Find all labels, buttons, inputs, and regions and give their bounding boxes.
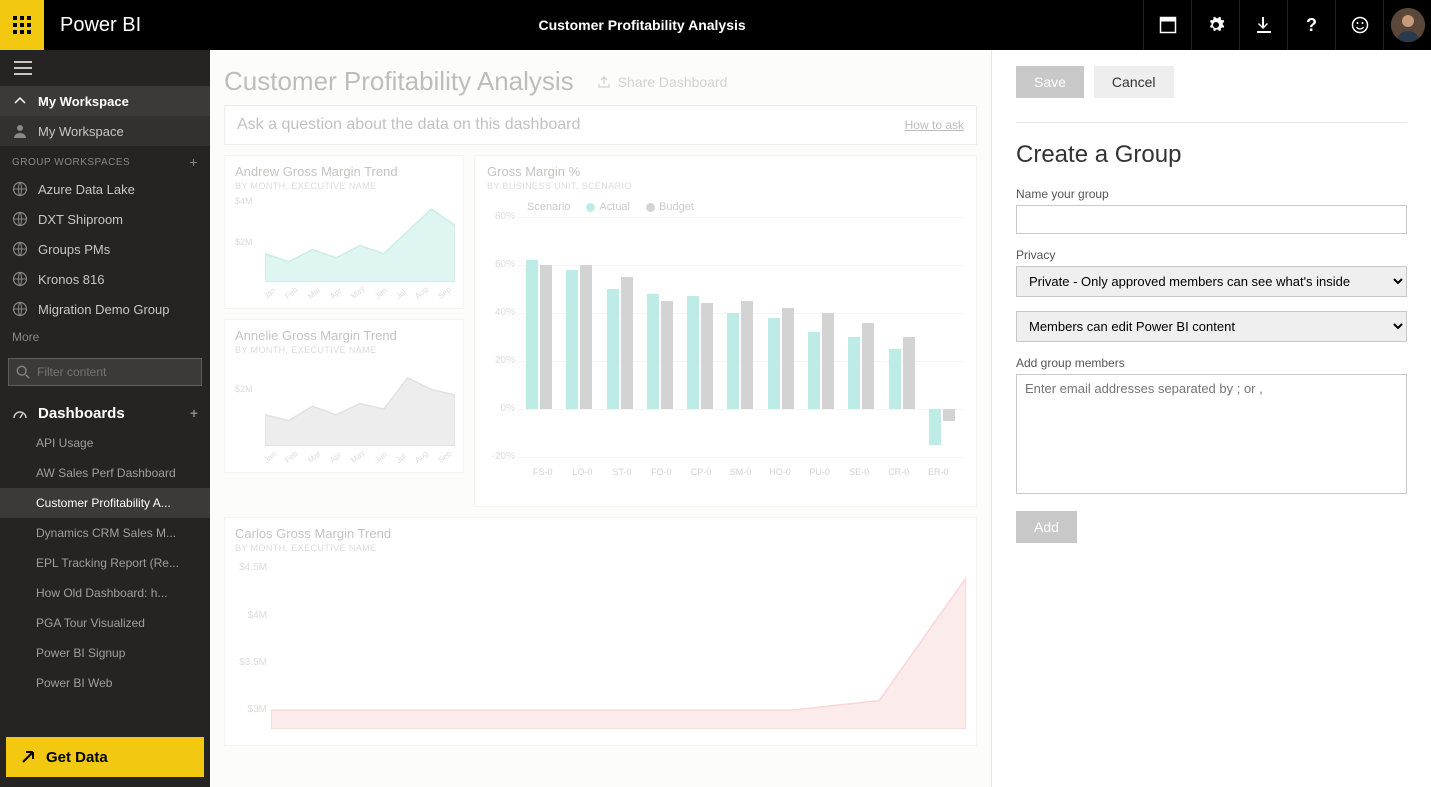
search-icon <box>16 365 30 379</box>
members-textarea[interactable] <box>1016 374 1407 494</box>
create-group-panel: Save Cancel Create a Group Name your gro… <box>991 50 1431 787</box>
qa-input[interactable] <box>237 116 905 134</box>
sidebar-dashboard-item[interactable]: AW Sales Perf Dashboard <box>0 458 210 488</box>
add-dashboard-button[interactable]: + <box>190 405 198 421</box>
gear-icon <box>1207 16 1225 34</box>
sidebar-group-item[interactable]: Azure Data Lake <box>0 174 210 204</box>
sidebar-dashboard-item[interactable]: EPL Tracking Report (Re... <box>0 548 210 578</box>
sidebar-dashboards-header[interactable]: Dashboards + <box>0 398 210 428</box>
cancel-button[interactable]: Cancel <box>1094 66 1174 98</box>
qa-box: How to ask <box>224 105 977 145</box>
group-name-input[interactable] <box>1016 205 1407 234</box>
tile-subtitle: BY MONTH, EXECUTIVE NAME <box>235 543 966 553</box>
sidebar-more[interactable]: More <box>0 324 210 350</box>
waffle-icon <box>13 16 31 34</box>
sidebar-my-workspace-header[interactable]: My Workspace <box>0 86 210 116</box>
sidebar-group-item[interactable]: DXT Shiproom <box>0 204 210 234</box>
sidebar-filter <box>8 358 202 386</box>
sidebar-dashboard-item[interactable]: Customer Profitability A... <box>0 488 210 518</box>
add-group-button[interactable]: + <box>189 154 198 170</box>
share-icon <box>596 74 612 90</box>
tile-subtitle: BY MONTH, EXECUTIVE NAME <box>235 181 453 191</box>
tile-gross-margin[interactable]: Gross Margin % BY BUSINESS UNIT, SCENARI… <box>474 155 977 507</box>
sidebar-label: My Workspace <box>38 124 124 139</box>
permission-select[interactable]: Members can edit Power BI content <box>1016 311 1407 342</box>
globe-icon <box>12 241 28 257</box>
members-label: Add group members <box>1016 356 1407 370</box>
gross-margin-chart: -20%0%20%40%60%80%FS-0LO-0ST-0FO-0CP-0SM… <box>517 217 964 477</box>
help-button[interactable]: ? <box>1287 0 1335 50</box>
tile-title: Carlos Gross Margin Trend <box>235 526 966 541</box>
sidebar-dashboard-item[interactable]: API Usage <box>0 428 210 458</box>
globe-icon <box>12 271 28 287</box>
name-label: Name your group <box>1016 187 1407 201</box>
smile-icon <box>1351 16 1369 34</box>
carlos-chart: $3M$3.5M$4M$4.5M <box>235 559 966 739</box>
sidebar-group-item[interactable]: Migration Demo Group <box>0 294 210 324</box>
avatar-button[interactable] <box>1383 0 1431 50</box>
download-button[interactable] <box>1239 0 1287 50</box>
chevron-up-icon <box>12 93 28 109</box>
tile-andrew[interactable]: Andrew Gross Margin Trend BY MONTH, EXEC… <box>224 155 464 309</box>
share-dashboard-link[interactable]: Share Dashboard <box>596 74 728 90</box>
help-icon: ? <box>1306 15 1317 36</box>
globe-icon <box>12 301 28 317</box>
sidebar-toggle[interactable] <box>0 50 210 86</box>
app-launcher-button[interactable] <box>0 0 44 50</box>
qa-help-link[interactable]: How to ask <box>905 118 964 132</box>
sidebar-group-item[interactable]: Kronos 816 <box>0 264 210 294</box>
divider <box>1016 122 1407 123</box>
tile-carlos[interactable]: Carlos Gross Margin Trend BY MONTH, EXEC… <box>224 517 977 746</box>
sidebar: My Workspace My Workspace GROUP WORKSPAC… <box>0 50 210 787</box>
hamburger-icon <box>14 61 32 75</box>
sidebar-group-section: GROUP WORKSPACES + <box>0 146 210 174</box>
privacy-select[interactable]: Private - Only approved members can see … <box>1016 266 1407 297</box>
sidebar-label: My Workspace <box>38 94 129 109</box>
download-icon <box>1255 16 1273 34</box>
top-icons: ? <box>1143 0 1431 50</box>
save-button[interactable]: Save <box>1016 66 1084 98</box>
sidebar-my-workspace-item[interactable]: My Workspace <box>0 116 210 146</box>
feedback-button[interactable] <box>1335 0 1383 50</box>
filter-input[interactable] <box>8 358 202 386</box>
tile-title: Annelie Gross Margin Trend <box>235 328 453 343</box>
sidebar-dashboard-item[interactable]: How Old Dashboard: h... <box>0 578 210 608</box>
fullscreen-icon <box>1159 16 1177 34</box>
tile-subtitle: BY BUSINESS UNIT, SCENARIO <box>487 181 964 191</box>
fullscreen-button[interactable] <box>1143 0 1191 50</box>
sidebar-label: Dashboards <box>38 405 125 422</box>
panel-title: Create a Group <box>1016 141 1407 169</box>
tile-annelie[interactable]: Annelie Gross Margin Trend BY MONTH, EXE… <box>224 319 464 473</box>
get-data-button[interactable]: Get Data <box>6 737 204 777</box>
avatar-icon <box>1391 8 1425 42</box>
sidebar-dashboard-item[interactable]: Power BI Signup <box>0 638 210 668</box>
andrew-chart: $2M$4MJanFebMarAprMayJunJulAugSep <box>235 197 453 302</box>
add-button[interactable]: Add <box>1016 511 1077 543</box>
annelie-chart: $2MJanFebMarAprMayJunJulAugSep <box>235 361 453 466</box>
sidebar-dashboard-item[interactable]: Dynamics CRM Sales M... <box>0 518 210 548</box>
sidebar-dashboard-item[interactable]: Power BI Web <box>0 668 210 698</box>
chart-legend: Scenario Actual Budget <box>527 201 964 213</box>
settings-button[interactable] <box>1191 0 1239 50</box>
gauge-icon <box>12 405 28 421</box>
globe-icon <box>12 211 28 227</box>
tile-title: Andrew Gross Margin Trend <box>235 164 453 179</box>
main-canvas: Customer Profitability Analysis Share Da… <box>210 50 991 787</box>
sidebar-dashboard-item[interactable]: PGA Tour Visualized <box>0 608 210 638</box>
sidebar-group-item[interactable]: Groups PMs <box>0 234 210 264</box>
tile-title: Gross Margin % <box>487 164 964 179</box>
page-title: Customer Profitability Analysis <box>224 66 574 97</box>
brand-label: Power BI <box>60 14 141 37</box>
person-icon <box>12 123 28 139</box>
arrow-icon <box>20 749 36 765</box>
top-bar: Power BI Customer Profitability Analysis… <box>0 0 1431 50</box>
tile-subtitle: BY MONTH, EXECUTIVE NAME <box>235 345 453 355</box>
globe-icon <box>12 181 28 197</box>
privacy-label: Privacy <box>1016 248 1407 262</box>
top-title: Customer Profitability Analysis <box>141 17 1143 33</box>
